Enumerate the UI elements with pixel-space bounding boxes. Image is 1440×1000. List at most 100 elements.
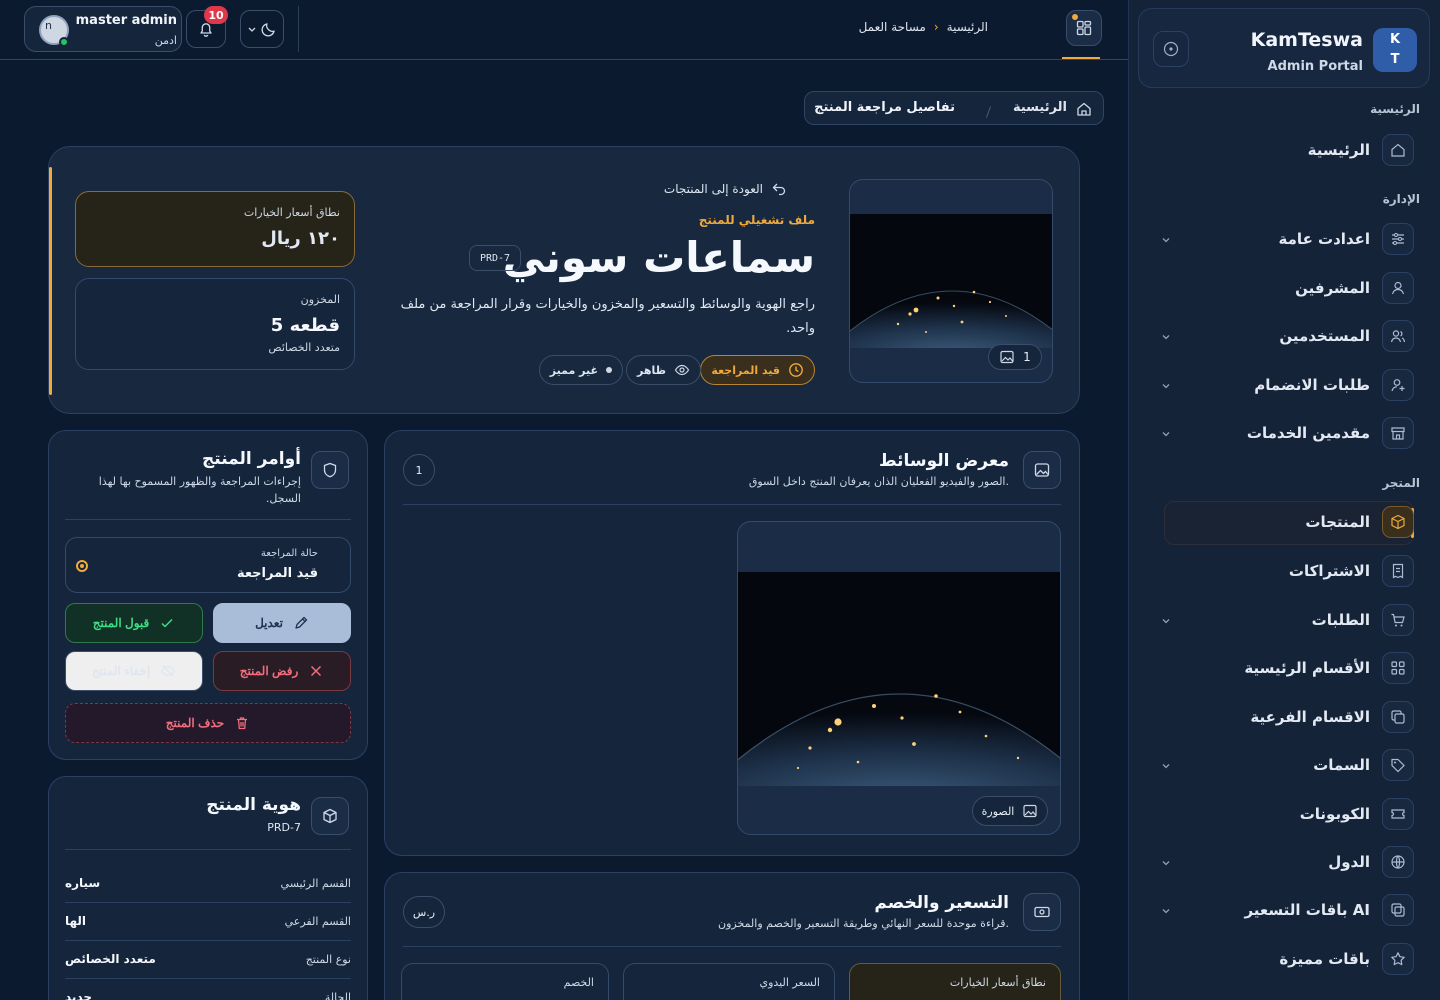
status-radio-dot (76, 560, 88, 572)
user-plus-icon (1382, 369, 1414, 401)
sidebar-item[interactable]: الاشتراكات (1166, 551, 1414, 591)
ticket-icon (1382, 798, 1414, 830)
chevron-down-icon[interactable] (1160, 377, 1174, 391)
user-menu[interactable]: n master admin ادمن (24, 6, 182, 52)
user-icon (1382, 272, 1414, 304)
stock-stat: المخزون 5 قطعه متعدد الخصائص (75, 278, 355, 370)
sidebar-item[interactable]: باقات التسعير AI (1162, 890, 1414, 930)
identity-section-icon (311, 797, 349, 835)
identity-row: القسم الرئيسي سياره (65, 865, 351, 903)
identity-title: هوية المنتج (206, 795, 301, 815)
theme-toggle-button[interactable] (240, 10, 284, 48)
identity-row-value: جديد (65, 990, 93, 1000)
breadcrumb-item-home[interactable]: الرئيسية (947, 20, 988, 34)
section-divider (65, 849, 351, 850)
chevron-down-icon (248, 27, 255, 32)
chevron-down-icon[interactable] (1160, 757, 1174, 771)
sidebar-toggle-button[interactable] (1153, 31, 1189, 67)
sidebar-item[interactable]: طلبات الانضمام (1162, 365, 1414, 405)
sidebar-item[interactable]: الاقسام الفرعية (1166, 697, 1414, 737)
identity-row: القسم الفرعي الها (65, 903, 351, 941)
accept-product-button[interactable]: قبول المنتج (65, 603, 203, 643)
sidebar-item[interactable]: الكوبونات (1166, 794, 1414, 834)
star-icon (1382, 943, 1414, 975)
product-identity-card: هوية المنتج PRD-7 القسم الرئيسي سياره القس… (48, 776, 368, 1000)
product-thumbnail[interactable]: 1 (849, 179, 1053, 383)
identity-row-label: نوع المنتج (305, 953, 351, 966)
sidebar-item[interactable]: الطلبات (1162, 600, 1414, 640)
grid-icon (1382, 652, 1414, 684)
product-title: سماعات سوني (502, 233, 815, 282)
identity-row: الحالة جديد (65, 979, 351, 1000)
section-label-admin: الإدارة (1382, 192, 1420, 206)
edit-product-button[interactable]: تعديل (213, 603, 351, 643)
reject-product-button[interactable]: رفض المنتج (213, 651, 351, 691)
chevron-down-icon[interactable] (1160, 231, 1174, 245)
identity-row-label: القسم الفرعي (284, 915, 351, 928)
chevron-down-icon[interactable] (1160, 328, 1174, 342)
sidebar-item[interactable]: الرئيسية (1166, 130, 1414, 170)
section-label-store: المتجر (1382, 476, 1420, 490)
delete-product-button[interactable]: حذف المنتج (65, 703, 351, 743)
media-subtitle: الصور والفيديو الفعليان الذان يعرفان الم… (748, 475, 1009, 488)
back-to-products-link[interactable]: العودة إلى المنتجات (664, 181, 787, 197)
sidebar-item[interactable]: المستخدمين (1162, 316, 1414, 356)
actions-title: أوامر المنتج (202, 449, 301, 469)
image-count-value: 1 (1023, 350, 1031, 364)
media-type-tag: الصورة (972, 796, 1048, 826)
hero-accent-bar (49, 167, 52, 395)
moon-icon (261, 23, 275, 37)
identity-row: نوع المنتج متعدد الخصائص (65, 941, 351, 979)
home-icon (1382, 134, 1414, 166)
globe-icon (1382, 846, 1414, 878)
box-icon (1382, 506, 1414, 538)
copy-icon (1382, 701, 1414, 733)
section-divider (403, 504, 1061, 505)
visibility-label: ظاهر (637, 363, 666, 377)
target-icon (1163, 41, 1179, 57)
product-hero-card: 1 العودة إلى المنتجات ملف تشغيلي للمنتج … (48, 146, 1080, 414)
sidebar-item[interactable]: السمات (1162, 745, 1414, 785)
review-status-box-value: قيد المراجعة (236, 566, 318, 581)
chevron-down-icon[interactable] (1160, 612, 1174, 626)
sidebar-item[interactable]: اعدادت عامة (1162, 219, 1414, 259)
actions-subtitle: إجراءات المراجعة والظهور المسموح بها لهذ… (98, 475, 301, 505)
sidebar-item[interactable]: الدول (1162, 842, 1414, 882)
sidebar-item[interactable]: مقدمين الخدمات (1162, 413, 1414, 453)
sidebar-item[interactable]: المنتجات (1164, 502, 1414, 542)
user-role: ادمن (154, 34, 177, 47)
breadcrumb-item-workspace[interactable]: مساحة العمل (859, 20, 926, 34)
brand-logo-line1: K (1389, 32, 1401, 47)
brand-subtitle: Admin Portal (1267, 59, 1363, 74)
sidebar-item[interactable]: المشرفين (1166, 268, 1414, 308)
featured-label: غير مميز (549, 363, 598, 377)
page-breadcrumb-home[interactable]: الرئيسية (1013, 100, 1067, 115)
identity-code: PRD-7 (267, 821, 301, 834)
users-icon (1382, 320, 1414, 352)
stock-value: 5 قطعه (270, 315, 340, 336)
media-tile[interactable]: الصورة (737, 521, 1061, 835)
chevron-down-icon[interactable] (1160, 425, 1174, 439)
discount-box: الخصم (401, 963, 609, 1000)
sliders-icon (1382, 223, 1414, 255)
sidebar-item-label: الكوبونات (1299, 805, 1370, 823)
hero-eyebrow: ملف تشغيلي للمنتج (698, 213, 815, 227)
chevron-down-icon[interactable] (1160, 902, 1174, 916)
hide-label: إخفاء المنتج (91, 664, 151, 678)
review-status-pill: قيد المراجعة (700, 355, 815, 385)
hide-product-button[interactable]: إخفاء المنتج (65, 651, 203, 691)
pencil-icon (295, 616, 308, 629)
pricing-subtitle: قراءة موحدة للسعر النهائي وطريقة التسعير… (718, 917, 1009, 930)
sidebar-item[interactable]: الأقسام الرئيسية (1166, 648, 1414, 688)
sidebar-item-label: المشرفين (1295, 279, 1370, 297)
pricing-title: التسعير والخصم (874, 893, 1009, 913)
eye-icon (674, 364, 690, 376)
featured-pill: غير مميز (538, 355, 623, 385)
accept-label: قبول المنتج (92, 616, 150, 630)
price-range-stat: نطاق أسعار الخيارات ١٢٠ ريال (75, 191, 355, 267)
sidebar-item[interactable]: باقات مميزة (1166, 939, 1414, 979)
sidebar-item-label: المنتجات (1305, 513, 1370, 531)
workspace-indicator-dot (1072, 14, 1078, 20)
user-name: master admin (75, 13, 177, 28)
chevron-down-icon[interactable] (1160, 854, 1174, 868)
